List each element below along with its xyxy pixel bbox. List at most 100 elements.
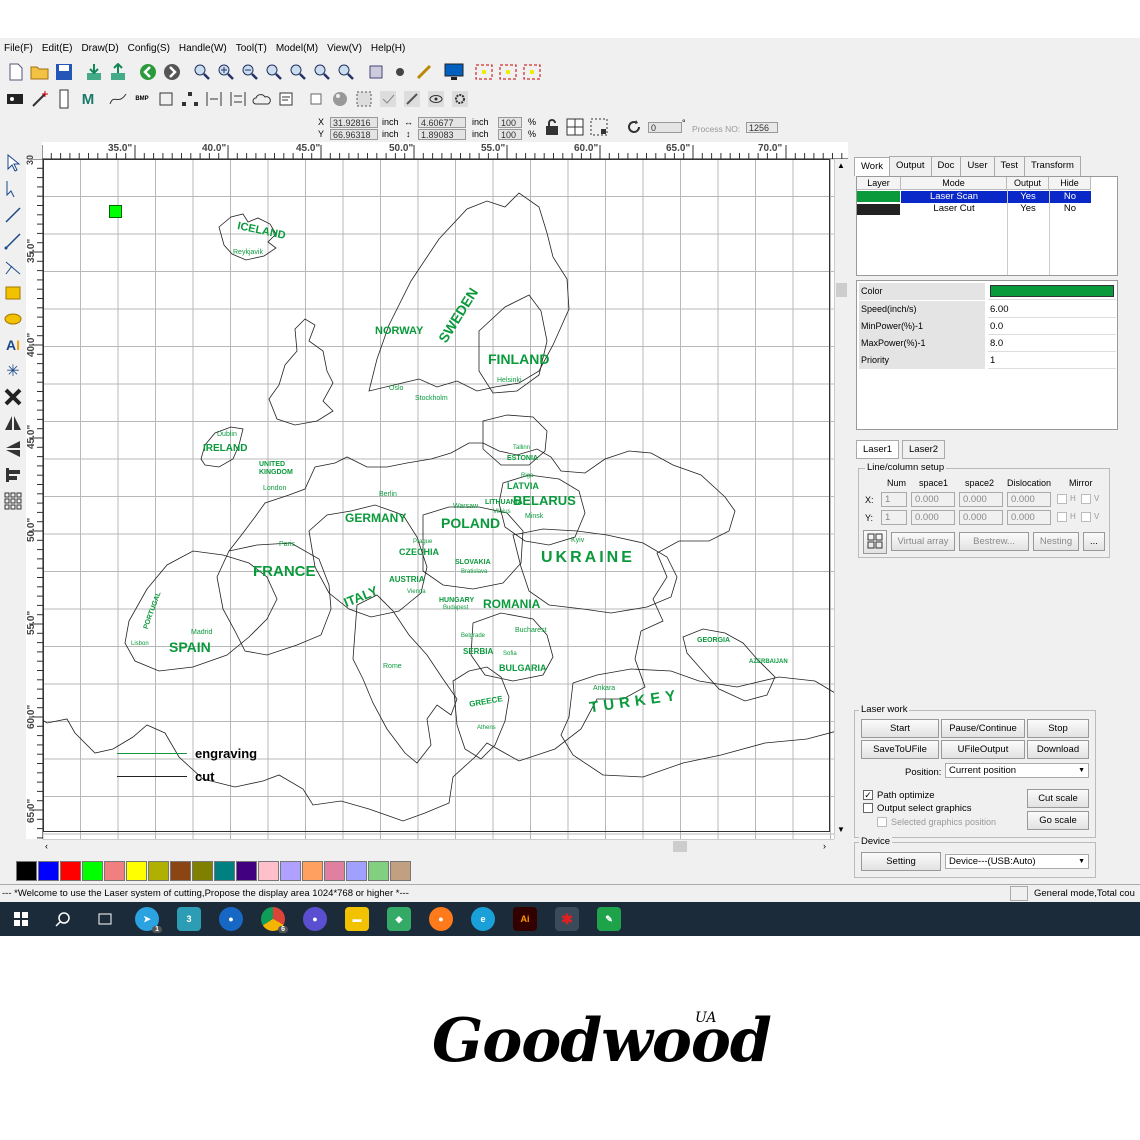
bitmap-icon[interactable]: BMP [132,89,152,109]
menu-config[interactable]: Config(S) [128,43,170,54]
layer-output[interactable]: Yes [1007,203,1049,215]
width-lock-icon[interactable]: ↔ [404,117,413,127]
chrome-icon[interactable]: 6 [261,907,288,933]
line-tool-icon[interactable] [2,204,24,226]
file-explorer-icon[interactable]: ▬ [345,907,369,931]
task-view-icon[interactable] [93,907,117,931]
sphere-icon[interactable] [330,89,350,109]
windows-start-icon[interactable] [9,907,33,931]
app-pen-icon[interactable]: ✎ [597,907,621,931]
go-scale-button[interactable]: Go scale [1027,811,1089,830]
download-button[interactable]: Download [1027,740,1089,759]
node-edit-icon[interactable] [474,62,494,82]
zoom-select-icon[interactable] [312,62,332,82]
palette-swatch[interactable] [170,861,191,881]
layer-mode[interactable]: Laser Cut [901,203,1007,215]
array-grid-button[interactable] [863,530,887,554]
y-num-input[interactable]: 1 [881,510,907,525]
checkbox-icon[interactable] [306,89,326,109]
color-swatch[interactable] [990,285,1114,297]
palette-swatch[interactable] [324,861,345,881]
more-button[interactable]: ... [1083,532,1105,551]
scroll-thumb[interactable] [836,283,847,297]
check-icon[interactable] [378,89,398,109]
cloud-icon[interactable] [252,89,272,109]
firefox-icon[interactable]: ● [429,907,453,931]
menu-file[interactable]: File(F) [4,43,33,54]
align-icon[interactable] [2,464,24,486]
palette-swatch[interactable] [38,861,59,881]
tab-transform[interactable]: Transform [1023,156,1081,176]
y-space2-input[interactable]: 0.000 [959,510,1003,525]
palette-swatch[interactable] [192,861,213,881]
monitor-icon[interactable] [444,62,464,82]
zoom-plus-icon[interactable] [216,62,236,82]
pen-icon[interactable] [414,62,434,82]
x-mirror-h-checkbox[interactable] [1057,494,1067,504]
path-optimize-checkbox[interactable]: ✓ [863,790,873,800]
magic-wand-icon[interactable] [30,89,50,109]
node-delete-icon[interactable] [522,62,542,82]
selected-position-checkbox[interactable] [877,817,887,827]
layer-output[interactable]: Yes [1007,191,1049,203]
x-mirror-v-checkbox[interactable] [1081,494,1091,504]
illustrator-icon[interactable]: Ai [513,907,537,931]
palette-swatch[interactable] [280,861,301,881]
app-green-icon[interactable]: ◆ [387,907,411,931]
palette-swatch[interactable] [236,861,257,881]
node-select-icon[interactable] [2,178,24,200]
palette-swatch[interactable] [390,861,411,881]
scroll-thumb[interactable] [673,841,687,852]
horizontal-scrollbar[interactable]: ‹ › [43,839,834,853]
priority-value[interactable]: 1 [988,352,1116,369]
menu-help[interactable]: Help(H) [371,43,405,54]
text-tool-icon[interactable]: AI [2,334,24,356]
rotate-input[interactable]: 0 [648,122,682,133]
menu-view[interactable]: View(V) [327,43,362,54]
rotate-icon[interactable] [626,119,642,138]
export-icon[interactable] [108,62,128,82]
height-percent-input[interactable]: 100 [498,129,522,140]
save-to-ufile-button[interactable]: SaveToUFile [861,740,939,759]
zoom-in-icon[interactable] [192,62,212,82]
vertical-scrollbar[interactable]: ▲ ▼ [834,159,848,839]
palette-swatch[interactable] [60,861,81,881]
layer-hide[interactable]: No [1049,203,1091,215]
lock-icon[interactable] [544,118,560,139]
scroll-up-icon[interactable]: ▲ [837,161,845,170]
palette-swatch[interactable] [346,861,367,881]
laser-app-taskbar-icon[interactable]: ✱ [555,907,579,931]
palette-swatch[interactable] [16,861,37,881]
scroll-right-icon[interactable]: › [823,841,826,851]
virtual-array-button[interactable]: Virtual array [891,532,955,551]
x-input[interactable]: 31.92816 [330,117,378,128]
forward-arrow-icon[interactable] [162,62,182,82]
cut-scale-button[interactable]: Cut scale [1027,789,1089,808]
edge-icon[interactable]: e [471,907,495,931]
y-space1-input[interactable]: 0.000 [911,510,955,525]
ruler-icon[interactable] [54,89,74,109]
scroll-left-icon[interactable]: ‹ [45,841,48,851]
model-icon[interactable]: M [78,89,98,109]
palette-swatch[interactable] [368,861,389,881]
tab-output[interactable]: Output [889,156,932,176]
y-mirror-h-checkbox[interactable] [1057,512,1067,522]
palette-swatch[interactable] [126,861,147,881]
palette-swatch[interactable] [302,861,323,881]
stop-button[interactable]: Stop [1027,719,1089,738]
y-mirror-v-checkbox[interactable] [1081,512,1091,522]
mirror-h-icon[interactable] [2,412,24,434]
menu-edit[interactable]: Edit(E) [42,43,73,54]
width-percent-input[interactable]: 100 [498,117,522,128]
camera-icon[interactable] [390,62,410,82]
tab-user[interactable]: User [960,156,995,176]
menu-handle[interactable]: Handle(W) [179,43,227,54]
save-icon[interactable] [54,62,74,82]
zoom-page-icon[interactable] [288,62,308,82]
tab-doc[interactable]: Doc [930,156,962,176]
laser-device-icon[interactable] [6,89,26,109]
tree-icon[interactable] [180,89,200,109]
rectangle-icon[interactable] [156,89,176,109]
tab-laser2[interactable]: Laser2 [902,440,946,459]
array-icon[interactable] [2,490,24,512]
